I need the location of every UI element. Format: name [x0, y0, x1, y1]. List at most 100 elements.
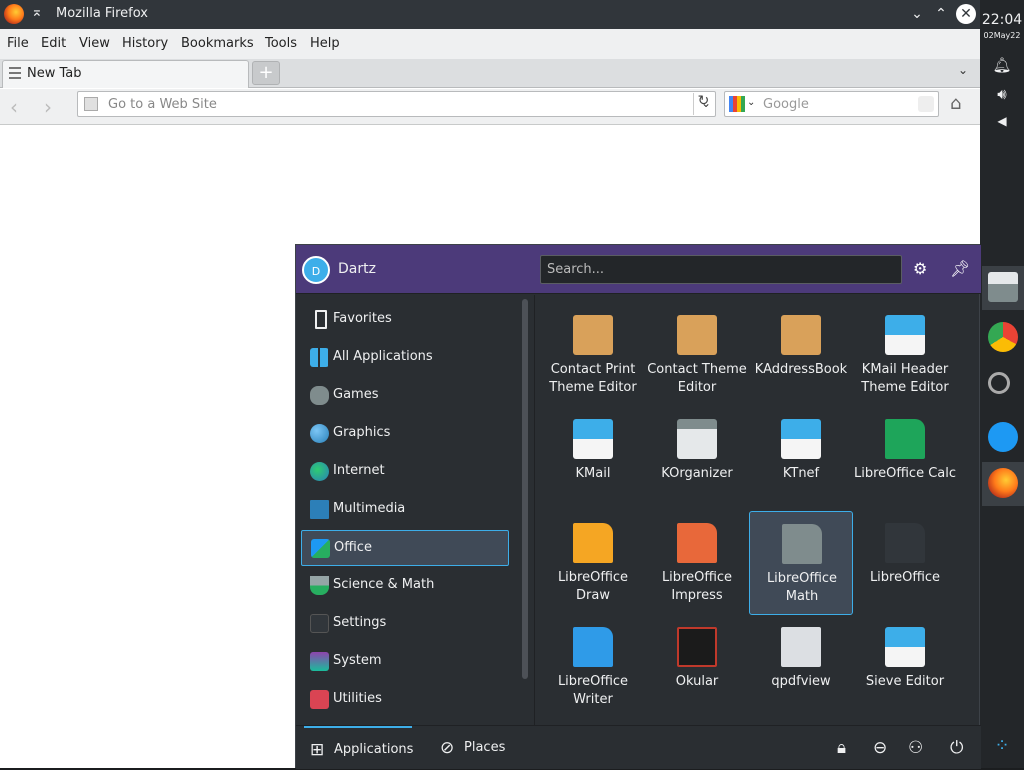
app-libreoffice-writer[interactable]: LibreOffice Writer — [541, 615, 645, 719]
search-bar[interactable]: ⌄ Google — [724, 91, 939, 117]
category-science-math[interactable]: Science & Math — [301, 568, 509, 604]
tab-places[interactable]: ⊘ Places — [436, 726, 546, 770]
app-contact-print-theme-editor[interactable]: Contact Print Theme Editor — [541, 303, 645, 407]
menu-help[interactable]: Help — [310, 36, 340, 51]
back-icon[interactable]: ‹ — [10, 95, 18, 119]
app-qpdfview[interactable]: qpdfview — [749, 615, 853, 719]
okular-icon — [677, 627, 717, 667]
draw-icon — [573, 523, 613, 563]
tab-applications[interactable]: ⊞ Applications — [304, 726, 413, 770]
grid-icon: ⊞ — [310, 740, 325, 760]
reload-icon[interactable]: ↻ — [693, 93, 713, 115]
task-chrome[interactable] — [982, 316, 1024, 360]
tab-new-tab[interactable]: New Tab — [2, 60, 249, 88]
pin-icon[interactable]: 📌︎ — [950, 259, 970, 278]
power-icon[interactable]: ⏻ — [950, 738, 963, 758]
minimize-button[interactable]: ⌄ — [907, 4, 927, 24]
app-okular[interactable]: Okular — [645, 615, 749, 719]
app-sieve-editor[interactable]: Sieve Editor — [853, 615, 957, 719]
calendar-icon — [677, 419, 717, 459]
utilities-icon — [310, 690, 329, 709]
forward-icon[interactable]: › — [44, 95, 52, 119]
url-bar[interactable]: Go to a Web Site ⌄ — [77, 91, 716, 117]
task-search[interactable] — [982, 366, 1024, 410]
menu-bar: File Edit View History Bookmarks Tools H… — [0, 29, 980, 59]
category-internet[interactable]: Internet — [301, 454, 509, 490]
app-kaddressbook[interactable]: KAddressBook — [749, 303, 853, 407]
home-icon[interactable]: ⌂ — [950, 93, 961, 114]
grid-icon — [310, 348, 329, 367]
category-utilities[interactable]: Utilities — [301, 682, 509, 718]
google-icon[interactable] — [729, 96, 745, 112]
app-libreoffice-calc[interactable]: LibreOffice Calc — [853, 407, 957, 511]
task-firefox[interactable] — [982, 462, 1024, 506]
category-games[interactable]: Games — [301, 378, 509, 414]
app-kmail-header-theme-editor[interactable]: KMail Header Theme Editor — [853, 303, 957, 407]
menu-tools[interactable]: Tools — [265, 36, 297, 51]
menu-bookmarks[interactable]: Bookmarks — [181, 36, 254, 51]
kget-icon — [988, 422, 1018, 452]
task-kget[interactable] — [982, 416, 1024, 460]
graphics-icon — [310, 424, 329, 443]
math-icon — [782, 524, 822, 564]
addressbook-icon — [573, 315, 613, 355]
menu-history[interactable]: History — [122, 36, 168, 51]
writer-icon — [573, 627, 613, 667]
maximize-button[interactable]: ⌃ — [931, 4, 951, 24]
flask-icon — [310, 576, 329, 595]
search-go-icon[interactable] — [918, 96, 934, 112]
menu-view[interactable]: View — [79, 36, 110, 51]
keep-above-icon[interactable]: ⌅ — [31, 4, 43, 20]
search-placeholder: Google — [763, 97, 809, 112]
category-settings[interactable]: Settings — [301, 606, 509, 642]
clock[interactable]: 22:04 — [980, 12, 1024, 28]
window-titlebar[interactable]: ⌅ Mozilla Firefox ⌄ ⌃ ✕ — [0, 0, 980, 29]
list-tabs-icon[interactable]: ⌄ — [958, 63, 968, 77]
url-placeholder: Go to a Web Site — [108, 97, 217, 112]
category-multimedia[interactable]: Multimedia — [301, 492, 509, 528]
category-scrollbar[interactable] — [522, 299, 528, 679]
expand-tray-icon[interactable]: ◀ — [980, 114, 1024, 128]
lock-icon[interactable]: 🔒︎ — [837, 738, 846, 758]
new-tab-button[interactable]: + — [252, 61, 280, 85]
application-launcher-icon[interactable]: ⁘ — [980, 735, 1024, 756]
app-libreoffice-impress[interactable]: LibreOffice Impress — [645, 511, 749, 615]
compass-icon: ⊘ — [440, 738, 455, 758]
globe-icon — [310, 462, 329, 481]
app-libreoffice-draw[interactable]: LibreOffice Draw — [541, 511, 645, 615]
app-libreoffice[interactable]: LibreOffice — [853, 511, 957, 615]
date: 02May22 — [983, 31, 1021, 40]
search-input[interactable]: Search... — [540, 255, 902, 284]
magnifier-icon — [988, 372, 1010, 394]
impress-icon — [677, 523, 717, 563]
chevron-down-icon[interactable]: ⌄ — [747, 97, 755, 108]
menu-edit[interactable]: Edit — [41, 36, 66, 51]
task-file-manager[interactable] — [982, 266, 1024, 310]
menu-file[interactable]: File — [7, 36, 29, 51]
close-button[interactable]: ✕ — [956, 4, 976, 24]
category-graphics[interactable]: Graphics — [301, 416, 509, 452]
bookmark-icon — [315, 310, 327, 329]
app-korganizer[interactable]: KOrganizer — [645, 407, 749, 511]
category-system[interactable]: System — [301, 644, 509, 680]
folder-icon — [988, 272, 1018, 302]
category-favorites[interactable]: Favorites — [301, 302, 509, 338]
app-libreoffice-math[interactable]: LibreOffice Math — [749, 511, 853, 615]
category-all-applications[interactable]: All Applications — [301, 340, 509, 376]
logout-icon[interactable]: ⊖ — [873, 738, 887, 758]
navigation-toolbar: ‹ › Go to a Web Site ⌄ ↻ ⌄ Google ⌂ — [0, 89, 980, 125]
kmail-icon — [573, 419, 613, 459]
bell-icon[interactable]: 🔔︎ — [980, 56, 1024, 74]
kmail-icon — [885, 627, 925, 667]
switch-user-icon[interactable]: ⚇ — [908, 738, 923, 758]
configure-icon[interactable]: ⚙ — [913, 259, 927, 278]
app-kmail[interactable]: KMail — [541, 407, 645, 511]
category-list: Favorites All Applications Games Graphic… — [296, 295, 516, 725]
category-office[interactable]: Office — [301, 530, 509, 566]
avatar[interactable]: D — [302, 256, 330, 284]
tab-bar: New Tab + ⌄ — [0, 59, 980, 88]
app-contact-theme-editor[interactable]: Contact Theme Editor — [645, 303, 749, 407]
app-ktnef[interactable]: KTnef — [749, 407, 853, 511]
libreoffice-icon — [885, 523, 925, 563]
volume-icon[interactable]: 🔊︎ — [980, 85, 1024, 103]
